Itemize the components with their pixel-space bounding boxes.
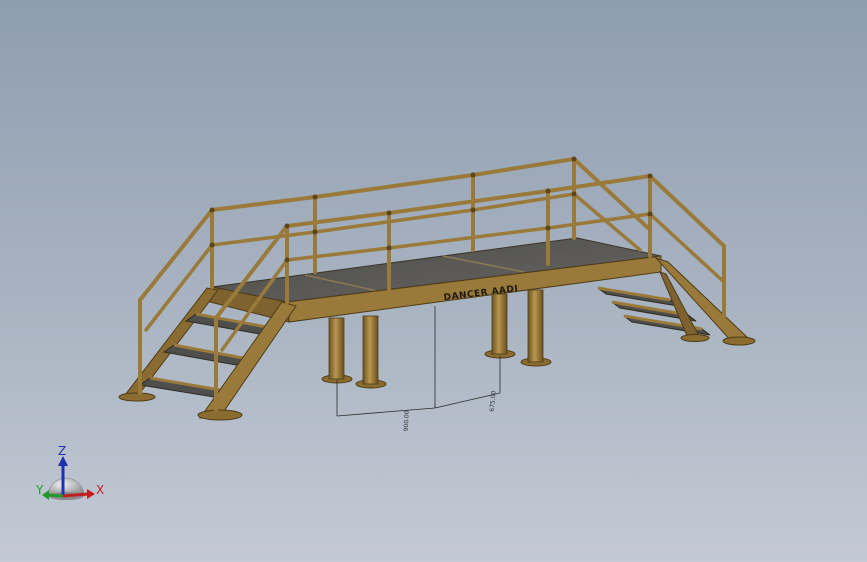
y-axis-label: Y <box>35 483 44 497</box>
stair-tread <box>184 313 274 335</box>
x-axis-label: X <box>96 483 104 497</box>
3d-viewport[interactable]: DANCER AADI 900.00 675.00 Z X Y <box>0 0 867 562</box>
support-leg <box>362 315 379 385</box>
dimension-label-left: 900.00 <box>403 410 411 431</box>
stair-handrail <box>138 208 214 302</box>
y-axis <box>47 493 64 498</box>
stair-tread <box>162 344 250 366</box>
dimension-sketch <box>336 306 501 417</box>
stair-foot-plate <box>722 336 756 346</box>
front-handrail <box>285 174 652 228</box>
dimension-label-right: 675.00 <box>489 390 498 412</box>
support-leg <box>491 293 508 355</box>
support-leg <box>527 289 544 363</box>
z-axis-label: Z <box>58 444 66 458</box>
view-orientation-triad[interactable]: Z X Y <box>35 444 104 500</box>
support-leg <box>328 317 345 380</box>
stair-foot-plate <box>680 334 710 342</box>
x-axis-arrowhead <box>87 489 95 499</box>
stair-foot-plate <box>118 392 156 402</box>
stair-handrail <box>648 174 726 248</box>
stair-foot-plate <box>197 409 243 421</box>
x-axis <box>62 492 89 498</box>
cad-model-view[interactable]: DANCER AADI 900.00 675.00 Z X Y <box>0 0 867 562</box>
